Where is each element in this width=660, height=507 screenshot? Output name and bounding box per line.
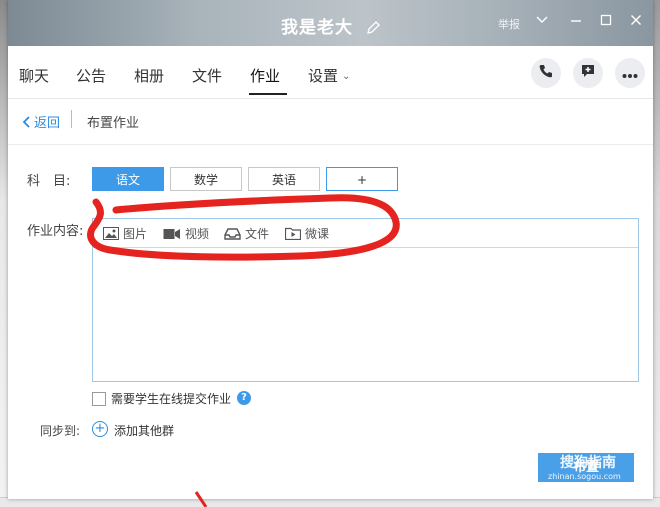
title-bar[interactable]: 我是老大 举报: [8, 0, 653, 46]
video-icon: [163, 228, 180, 239]
more-dots-icon: [622, 64, 638, 83]
nav-tabs: 聊天 公告 相册 文件 作业 设置 ⌄: [8, 46, 653, 99]
insert-image-label: 图片: [123, 227, 148, 241]
subject-chinese-button[interactable]: 语文: [92, 167, 164, 191]
insert-microlesson-label: 微课: [305, 227, 330, 241]
subject-math-button[interactable]: 数学: [170, 167, 242, 191]
phone-icon: [538, 63, 554, 83]
chevron-down-icon[interactable]: [536, 14, 548, 29]
play-folder-icon: [285, 227, 301, 240]
insert-microlesson-button[interactable]: 微课: [285, 225, 329, 242]
breadcrumb-divider: [71, 110, 72, 128]
online-submit-checkbox[interactable]: [92, 392, 106, 406]
watermark-brand: 搜狗指南: [560, 455, 616, 471]
tab-homework[interactable]: 作业: [250, 65, 280, 86]
online-submit-label: 需要学生在线提交作业: [111, 392, 232, 406]
page-title: 布置作业: [87, 116, 140, 131]
add-message-button[interactable]: [573, 58, 603, 88]
watermark-url: zhinan.sogou.com: [548, 472, 621, 481]
insert-video-button[interactable]: 视频: [163, 225, 209, 242]
background-left: [0, 0, 8, 507]
add-other-group-link[interactable]: 添加其他群: [114, 422, 174, 439]
subject-english-button[interactable]: 英语: [248, 167, 320, 191]
content-label: 作业内容:: [27, 224, 84, 239]
sync-label: 同步到:: [40, 424, 81, 438]
insert-file-button[interactable]: 文件: [224, 225, 269, 242]
tab-settings-label: 设置: [308, 67, 339, 85]
close-icon[interactable]: [630, 14, 642, 30]
tab-chat[interactable]: 聊天: [19, 65, 49, 86]
window-title-label: 我是老大: [281, 18, 354, 38]
active-tab-indicator: [249, 93, 287, 95]
tray-icon: [224, 227, 241, 240]
insert-video-label: 视频: [185, 227, 210, 241]
breadcrumb: 返回 布置作业: [8, 99, 653, 145]
add-chat-icon: [580, 63, 596, 83]
tab-files[interactable]: 文件: [192, 65, 222, 86]
chevron-left-icon: [22, 116, 30, 128]
back-button[interactable]: 返回: [22, 112, 60, 131]
report-button[interactable]: 举报: [498, 16, 520, 32]
homework-editor: 图片 视频 文件 微课: [92, 218, 639, 382]
phone-call-button[interactable]: [531, 58, 561, 88]
tab-announcement[interactable]: 公告: [76, 65, 106, 86]
group-window: 我是老大 举报 聊天 公告 相册 文件 作业 设置 ⌄ 返回 布置作业 科 目:…: [8, 0, 653, 499]
help-icon[interactable]: ?: [237, 391, 251, 405]
insert-file-label: 文件: [245, 227, 270, 241]
subject-label: 科 目:: [27, 174, 71, 189]
editor-toolbar: 图片 视频 文件 微课: [93, 219, 638, 248]
insert-image-button[interactable]: 图片: [103, 225, 147, 242]
add-subject-button[interactable]: +: [326, 167, 398, 191]
back-label: 返回: [34, 116, 61, 131]
plus-circle-icon[interactable]: +: [92, 421, 108, 437]
tab-settings[interactable]: 设置 ⌄: [308, 65, 350, 86]
maximize-icon[interactable]: [600, 14, 612, 30]
edit-pencil-icon[interactable]: [366, 20, 380, 40]
homework-content-input[interactable]: [93, 248, 638, 381]
more-button[interactable]: [615, 58, 645, 88]
minimize-icon[interactable]: [570, 14, 582, 30]
chevron-down-icon: ⌄: [342, 71, 351, 82]
window-title: 我是老大: [8, 13, 653, 40]
tab-album[interactable]: 相册: [134, 65, 164, 86]
background-right: [652, 0, 660, 507]
image-icon: [103, 227, 119, 240]
